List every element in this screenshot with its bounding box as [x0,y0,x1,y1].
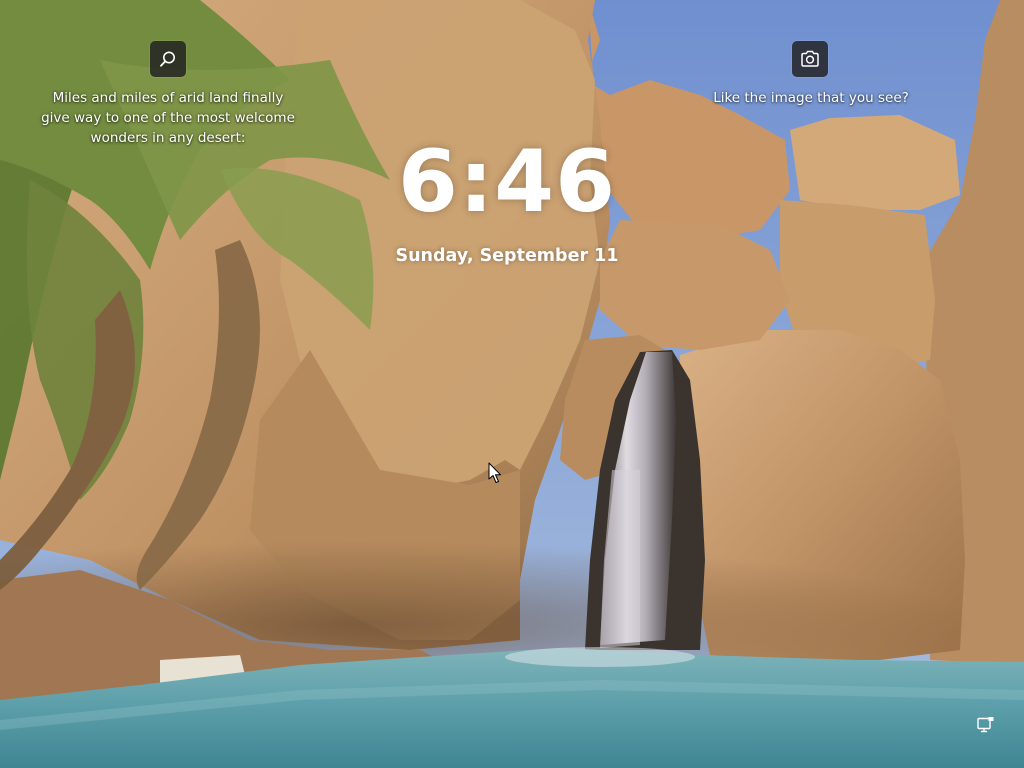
camera-icon [800,50,820,68]
spotlight-search-button[interactable] [150,41,186,77]
lock-screen-date: Sunday, September 11 [395,246,619,266]
mouse-cursor-icon [488,462,502,484]
lock-screen[interactable]: Miles and miles of arid land finally giv… [0,0,1024,768]
search-icon [159,50,177,68]
spotlight-like-prompt: Like the image that you see? [713,90,909,106]
spotlight-like-button[interactable] [792,41,828,77]
network-wired-icon[interactable] [975,716,995,736]
lock-screen-time: 6:46 [398,132,616,232]
spotlight-description: Miles and miles of arid land finally giv… [41,90,295,146]
